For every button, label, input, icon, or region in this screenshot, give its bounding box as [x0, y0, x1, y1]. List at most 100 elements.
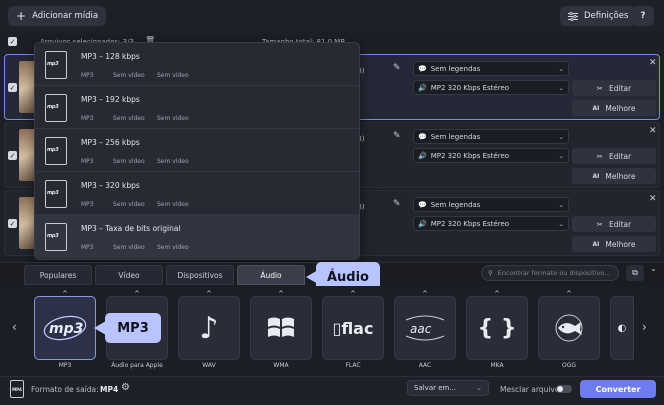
subtitle-value: Sem legendas	[430, 132, 481, 141]
close-icon[interactable]: ✕	[649, 126, 657, 136]
edit-button[interactable]: ✂ Editar	[572, 148, 656, 164]
add-format-icon[interactable]: ⧉	[626, 265, 644, 281]
callout-text: MP3	[117, 320, 149, 336]
collapse-chevron-icon[interactable]: ⌄	[650, 264, 657, 273]
pencil-icon[interactable]: ✎	[393, 63, 401, 73]
mp3-file-icon: mp3	[45, 51, 67, 79]
pencil-icon[interactable]: ✎	[393, 199, 401, 209]
preset-audio: Sem vídeo	[157, 244, 189, 251]
preset-item[interactable]: mp3 MP3 – 256 kbps MP3 Sem vídeo Sem víd…	[35, 129, 359, 172]
preset-title: MP3 – 320 kbps	[81, 181, 140, 190]
format-tile-mp3[interactable]: mp3	[34, 296, 96, 360]
enhance-button[interactable]: AI Melhore	[572, 236, 656, 252]
select-all-checkbox[interactable]: ✓	[8, 37, 17, 46]
tab-video[interactable]: Vídeo	[95, 265, 163, 285]
convert-button[interactable]: Converter	[580, 380, 656, 398]
aac-icon: aac	[405, 315, 445, 341]
svg-text:mp3: mp3	[49, 321, 83, 337]
format-label: OGG	[561, 362, 577, 369]
mp3-file-icon: mp3	[45, 223, 67, 251]
settings-label: Definições	[584, 11, 629, 21]
chevron-down-icon: ⌄	[558, 132, 564, 141]
enhance-label: Melhore	[605, 103, 636, 113]
preset-subtitles: Sem vídeo	[113, 72, 145, 79]
edit-button[interactable]: ✂ Editar	[572, 216, 656, 232]
format-tile-wav[interactable]: ♪	[178, 296, 240, 360]
add-media-label: Adicionar mídia	[32, 11, 99, 21]
save-label: Salvar em...	[414, 384, 457, 392]
format-tile-flac[interactable]: ▯flac	[322, 296, 384, 360]
preset-format: MP3	[81, 201, 94, 208]
preset-title: MP3 – 128 kbps	[81, 52, 140, 61]
format-label: FLAC	[345, 362, 361, 369]
mp3-file-icon: mp3	[45, 137, 67, 165]
file-checkbox[interactable]: ✓	[8, 151, 17, 160]
format-tile-wma[interactable]	[250, 296, 312, 360]
format-tile-ogg[interactable]	[538, 296, 600, 360]
chevron-down-icon: ⌄	[558, 64, 564, 73]
close-icon[interactable]: ✕	[649, 58, 657, 68]
file-checkbox[interactable]: ✓	[8, 219, 17, 228]
speech-bubble-icon: 💬	[418, 64, 427, 73]
icon-text: mp3	[47, 104, 59, 110]
scissors-icon: ✂	[596, 83, 604, 93]
output-format-value: MP4	[100, 385, 119, 394]
preset-item[interactable]: mp3 MP3 – 128 kbps MP3 Sem vídeo Sem víd…	[35, 43, 359, 86]
speech-bubble-icon: 💬	[418, 132, 427, 141]
preset-format: MP3	[81, 158, 94, 165]
help-button[interactable]: ?	[632, 6, 654, 26]
audio-value: MP2 320 Kbps Estéreo	[430, 151, 510, 160]
callout-pointer	[306, 270, 318, 284]
speech-bubble-icon: 💬	[418, 200, 427, 209]
audio-track-select[interactable]: 🔊 MP2 320 Kbps Estéreo ⌄	[413, 80, 569, 95]
audio-track-select[interactable]: 🔊 MP2 320 Kbps Estéreo ⌄	[413, 216, 569, 231]
format-label: MKA	[490, 362, 504, 369]
enhance-button[interactable]: AI Melhore	[572, 100, 656, 116]
subtitle-select[interactable]: 💬 Sem legendas ⌄	[413, 129, 569, 144]
preset-subtitles: Sem vídeo	[113, 158, 145, 165]
audio-value: MP2 320 Kbps Estéreo	[430, 219, 510, 228]
merge-toggle[interactable]	[556, 385, 572, 393]
preset-format: MP3	[81, 115, 94, 122]
callout-text: Áudio	[326, 269, 369, 285]
preset-title: MP3 – 256 kbps	[81, 138, 140, 147]
tab-popular[interactable]: Populares	[24, 265, 92, 285]
format-search-input[interactable]: ⚲ Encontrar formato ou dispositivo...	[481, 265, 619, 281]
file-checkbox[interactable]: ✓	[8, 83, 17, 92]
icon-text: mp3	[47, 147, 59, 153]
audio-value: MP2 320 Kbps Estéreo	[430, 83, 510, 92]
chevron-right-icon[interactable]: ›	[642, 320, 647, 334]
preset-subtitles: Sem vídeo	[113, 201, 145, 208]
flac-icon: ▯flac	[332, 318, 374, 338]
mp3-callout: MP3	[105, 313, 161, 343]
save-to-select[interactable]: Salvar em... ⌄	[407, 380, 489, 396]
pencil-icon[interactable]: ✎	[393, 131, 401, 141]
fish-icon	[555, 314, 583, 342]
subtitle-select[interactable]: 💬 Sem legendas ⌄	[413, 61, 569, 76]
preset-item[interactable]: mp3 MP3 – Taxa de bits original MP3 Sem …	[35, 215, 359, 258]
chevron-left-icon[interactable]: ‹	[12, 320, 17, 334]
tab-devices[interactable]: Dispositivos	[166, 265, 234, 285]
settings-button[interactable]: Definições	[560, 6, 637, 26]
close-icon[interactable]: ✕	[649, 194, 657, 204]
add-media-button[interactable]: + Adicionar mídia	[8, 6, 107, 26]
format-tile-partial[interactable]: ◐	[610, 296, 634, 360]
preset-audio: Sem vídeo	[157, 201, 189, 208]
preset-subtitles: Sem vídeo	[113, 115, 145, 122]
audio-track-select[interactable]: 🔊 MP2 320 Kbps Estéreo ⌄	[413, 148, 569, 163]
tab-audio[interactable]: Áudio	[237, 265, 305, 285]
format-tile-mka[interactable]: { }	[466, 296, 528, 360]
speaker-icon: 🔊	[418, 83, 427, 92]
speaker-icon: 🔊	[418, 151, 427, 160]
format-tile-aac[interactable]: aac	[394, 296, 456, 360]
help-label: ?	[640, 11, 646, 21]
music-note-icon: ♪	[199, 310, 219, 346]
edit-button[interactable]: ✂ Editar	[572, 80, 656, 96]
preset-item[interactable]: mp3 MP3 – 320 kbps MP3 Sem vídeo Sem víd…	[35, 172, 359, 215]
preset-item[interactable]: mp3 MP3 – 192 kbps MP3 Sem vídeo Sem víd…	[35, 86, 359, 129]
enhance-button[interactable]: AI Melhore	[572, 168, 656, 184]
gear-icon[interactable]: ⚙	[121, 382, 130, 393]
edit-label: Editar	[609, 151, 632, 161]
chevron-down-icon: ⌄	[558, 200, 564, 209]
subtitle-select[interactable]: 💬 Sem legendas ⌄	[413, 197, 569, 212]
